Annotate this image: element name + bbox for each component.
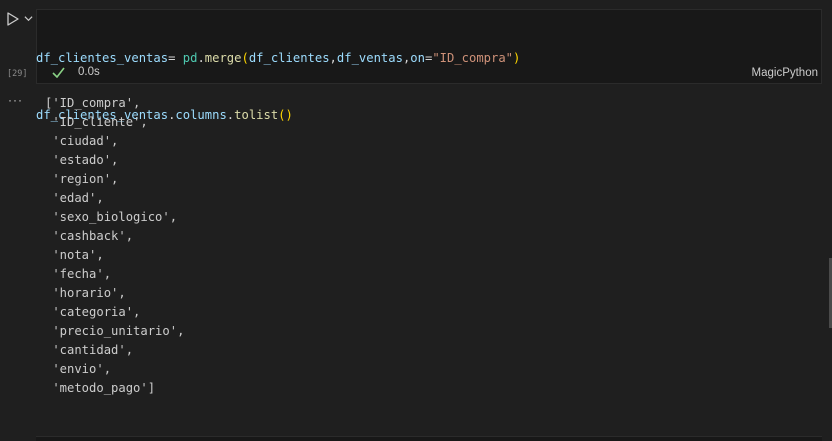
- code-token: df_clientes: [248, 51, 330, 65]
- code-token: pd: [182, 51, 198, 65]
- cell-output: ['ID_compra', 'ID_cliente', 'ciudad', 'e…: [45, 94, 184, 398]
- output-line: 'ID_cliente',: [45, 115, 148, 129]
- code-token: =: [168, 51, 183, 65]
- output-line: 'nota',: [45, 248, 104, 262]
- code-token: merge: [204, 51, 242, 65]
- code-token: df_clientes_ventas: [36, 51, 169, 65]
- output-line: 'horario',: [45, 286, 126, 300]
- output-line: 'envio',: [45, 362, 112, 376]
- check-icon: [52, 67, 65, 78]
- code-token: .: [197, 51, 205, 65]
- output-line: 'categoria',: [45, 305, 141, 319]
- output-line: 'precio_unitario',: [45, 324, 185, 338]
- code-token: tolist: [234, 108, 279, 122]
- output-line: 'edad',: [45, 191, 104, 205]
- output-line: 'cashback',: [45, 229, 134, 243]
- chevron-down-icon[interactable]: [24, 14, 33, 23]
- next-cell[interactable]: [36, 436, 822, 441]
- code-line-1: df_clientes_ventas= pd.merge(df_clientes…: [36, 49, 520, 68]
- output-line: 'sexo_biologico',: [45, 210, 178, 224]
- output-line: 'region',: [45, 172, 119, 186]
- execution-count: [29]: [7, 69, 28, 79]
- output-line: 'fecha',: [45, 267, 112, 281]
- language-selector[interactable]: MagicPython: [752, 67, 818, 79]
- output-line: 'ciudad',: [45, 134, 119, 148]
- code-token: (): [278, 108, 293, 122]
- code-token: ,: [329, 51, 337, 65]
- code-token: "ID_compra": [432, 51, 514, 65]
- code-token: (: [241, 51, 249, 65]
- code-token: ): [513, 51, 521, 65]
- execution-time: 0.0s: [78, 66, 100, 78]
- output-line: ['ID_compra',: [45, 96, 141, 110]
- code-token: on: [410, 51, 425, 65]
- code-token: df_ventas: [336, 51, 403, 65]
- run-cell-icon[interactable]: [5, 11, 21, 27]
- output-line: 'estado',: [45, 153, 119, 167]
- output-actions-button[interactable]: ···: [8, 93, 23, 107]
- output-line: 'cantidad',: [45, 343, 134, 357]
- output-line: 'metodo_pago']: [45, 381, 156, 395]
